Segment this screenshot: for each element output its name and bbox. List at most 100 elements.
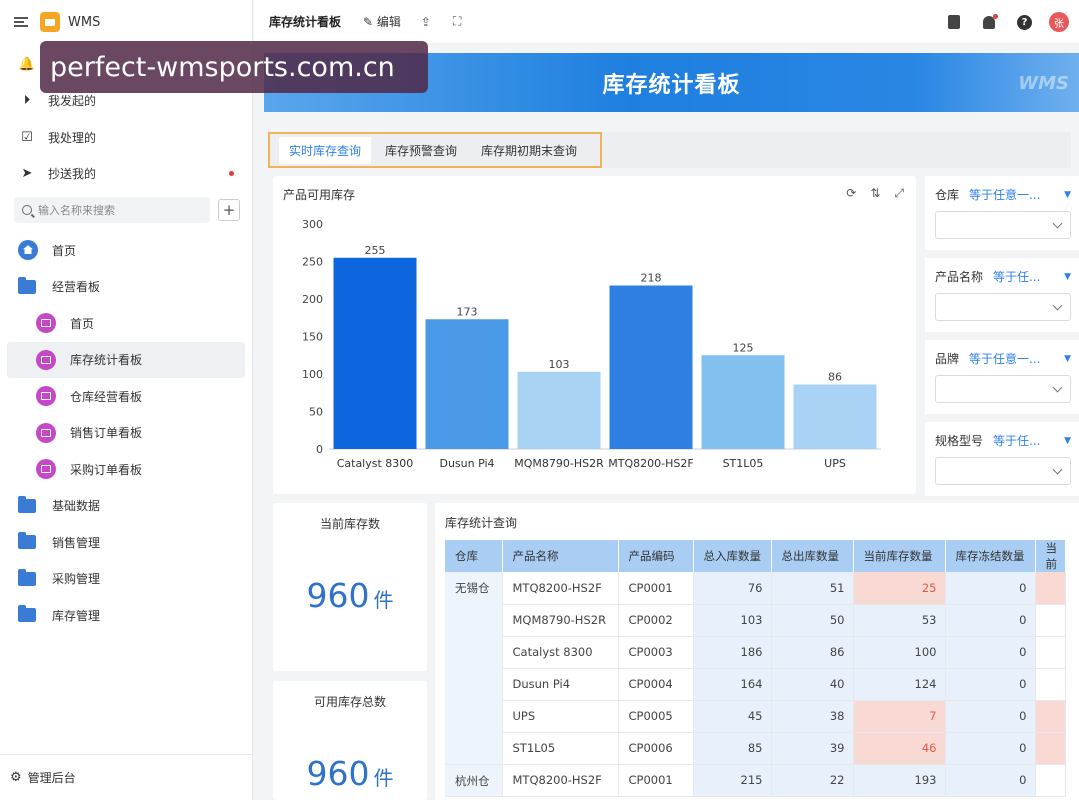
table-row[interactable]: ST1L05 CP0006 85 39 46 0 — [445, 732, 1066, 765]
nav-item-handled[interactable]: ☑ 我处理的 — [0, 119, 252, 156]
frozen-stock-cell: 0 — [945, 636, 1036, 669]
add-button[interactable]: + — [218, 199, 240, 221]
total-in-cell: 103 — [693, 604, 772, 637]
fullscreen-icon[interactable]: ⛶ — [453, 14, 461, 29]
column-header[interactable]: 产品名称 — [502, 540, 619, 572]
kpi-number: 960 — [306, 754, 370, 793]
total-in-cell: 215 — [693, 764, 772, 797]
search-icon — [22, 205, 32, 215]
y-tick-label: 150 — [302, 331, 323, 344]
table-row[interactable]: 杭州仓 MTQ8200-HS2F CP0001 215 22 193 0 — [445, 764, 1066, 797]
bar-value-label: 173 — [457, 305, 478, 318]
filter-operator[interactable]: 等于任... — [993, 268, 1064, 285]
tree-item-sales-dashboard[interactable]: 销售订单看板 — [0, 415, 252, 452]
column-header[interactable]: 总出库数量 — [771, 540, 854, 572]
current-stock-cell: 7 — [853, 700, 946, 733]
avatar[interactable]: 张 — [1049, 12, 1069, 32]
help-icon[interactable]: ? — [1017, 14, 1032, 30]
filter-select[interactable] — [935, 293, 1071, 321]
expand-icon[interactable]: ⤢ — [894, 186, 904, 201]
query-tabs: 实时库存查询 库存预警查询 库存期初期末查询 — [268, 132, 603, 168]
tree-folder-dashboards[interactable]: 经营看板 — [0, 269, 252, 306]
tab-realtime-inventory[interactable]: 实时库存查询 — [279, 136, 372, 164]
column-header[interactable]: 仓库 — [445, 540, 503, 572]
send-icon: ➤ — [21, 166, 33, 182]
tree-label: 经营看板 — [52, 280, 101, 295]
nav-item-cc[interactable]: ➤ 抄送我的 — [0, 156, 252, 193]
filter-select[interactable] — [935, 457, 1071, 485]
table-header-row: 仓库 产品名称 产品编码 总入库数量 总出库数量 当前库存数量 库存冻结数量 当前 — [445, 540, 1066, 572]
tree-folder-inventory[interactable]: 库存管理 — [0, 597, 252, 634]
folder-icon — [18, 495, 36, 513]
edit-label: 编辑 — [376, 15, 401, 29]
bar — [793, 384, 877, 449]
tree-item-inventory-dashboard[interactable]: 库存统计看板 — [7, 341, 245, 378]
filter-operator[interactable]: 等于任意一... — [969, 350, 1064, 367]
notification-icon[interactable] — [983, 13, 998, 29]
filter-select[interactable] — [935, 375, 1071, 403]
caret-down-icon[interactable]: ▼ — [1064, 272, 1071, 282]
kpi-value: 960 件 — [273, 576, 427, 615]
current-extra-cell — [1035, 668, 1066, 701]
tree-item-sub-home[interactable]: 首页 — [0, 305, 252, 342]
admin-link[interactable]: ⚙ 管理后台 — [0, 754, 252, 800]
frozen-stock-cell: 0 — [945, 732, 1036, 765]
tree-item-purchase-dashboard[interactable]: 采购订单看板 — [0, 451, 252, 488]
bar-value-label: 125 — [733, 341, 754, 354]
frozen-stock-cell: 0 — [945, 572, 1036, 605]
table-row[interactable]: UPS CP0005 45 38 7 0 — [445, 700, 1066, 733]
total-out-cell: 50 — [771, 604, 854, 637]
tab-inventory-alert[interactable]: 库存预警查询 — [375, 137, 467, 164]
y-tick-label: 100 — [302, 368, 323, 381]
column-header[interactable]: 当前 — [1035, 540, 1066, 572]
x-tick-label: Dusun Pi4 — [439, 457, 494, 470]
play-icon: ⏵ — [23, 93, 31, 109]
tree-label: 销售管理 — [52, 535, 101, 550]
caret-down-icon[interactable]: ▼ — [1064, 190, 1071, 200]
x-tick-label: MTQ8200-HS2F — [608, 457, 693, 470]
kpi-value: 960 件 — [273, 754, 427, 793]
edit-button[interactable]: ✎ 编辑 — [363, 13, 401, 30]
banner-watermark: WMS — [1018, 73, 1069, 94]
overlay-url-watermark: perfect-wmsports.com.cn — [40, 41, 428, 93]
menu-icon[interactable] — [14, 17, 28, 27]
column-header[interactable]: 库存冻结数量 — [945, 540, 1036, 572]
tree-label: 库存管理 — [52, 608, 101, 623]
frozen-stock-cell: 0 — [945, 700, 1036, 733]
tree-folder-sales[interactable]: 销售管理 — [0, 524, 252, 561]
filter-label: 品牌 — [935, 352, 960, 366]
current-extra-cell — [1035, 700, 1066, 733]
filter-label: 仓库 — [935, 188, 960, 202]
refresh-icon[interactable]: ⟳ — [846, 186, 856, 201]
inventory-table-card: 库存统计查询 仓库 产品名称 产品编码 总入库数量 总出库数量 当前库存数量 库存冻结数量当… — [435, 503, 1079, 800]
sort-icon[interactable]: ⇅ — [870, 186, 880, 201]
table-row[interactable]: Dusun Pi4 CP0004 164 40 124 0 — [445, 668, 1066, 701]
filter-operator[interactable]: 等于任... — [993, 432, 1064, 449]
book-icon[interactable] — [948, 15, 960, 29]
table-row[interactable]: Catalyst 8300 CP0003 186 86 100 0 — [445, 636, 1066, 669]
table-row[interactable]: 无锡仓 MTQ8200-HS2F CP0001 76 51 25 0 — [445, 572, 1066, 765]
tree-folder-basic-data[interactable]: 基础数据 — [0, 488, 252, 525]
caret-down-icon[interactable]: ▼ — [1064, 436, 1071, 446]
search-input[interactable]: 输入名称来搜索 — [14, 197, 210, 223]
bar — [517, 371, 601, 449]
tree-item-warehouse-dashboard[interactable]: 仓库经营看板 — [0, 378, 252, 415]
tree-label: 采购订单看板 — [70, 462, 143, 477]
tab-period-inventory[interactable]: 库存期初期末查询 — [471, 137, 587, 164]
column-header[interactable]: 总入库数量 — [693, 540, 772, 572]
y-tick-label: 200 — [302, 293, 323, 306]
caret-down-icon[interactable]: ▼ — [1064, 354, 1071, 364]
column-header[interactable]: 产品编码 — [618, 540, 694, 572]
total-in-cell: 186 — [693, 636, 772, 669]
tree-item-home[interactable]: 首页 — [0, 232, 252, 269]
column-header[interactable]: 当前库存数量 — [853, 540, 946, 572]
tree-folder-purchase[interactable]: 采购管理 — [0, 561, 252, 598]
dashboard-icon — [36, 386, 56, 407]
product-code-cell: CP0002 — [618, 604, 694, 637]
share-icon[interactable]: ⇪ — [421, 15, 431, 29]
tree-label: 仓库经营看板 — [70, 389, 143, 404]
filter-operator[interactable]: 等于任意一... — [969, 186, 1064, 203]
table-row[interactable]: MQM8790-HS2R CP0002 103 50 53 0 — [445, 604, 1066, 637]
filter-select[interactable] — [935, 211, 1071, 239]
product-code-cell: CP0004 — [618, 668, 694, 701]
